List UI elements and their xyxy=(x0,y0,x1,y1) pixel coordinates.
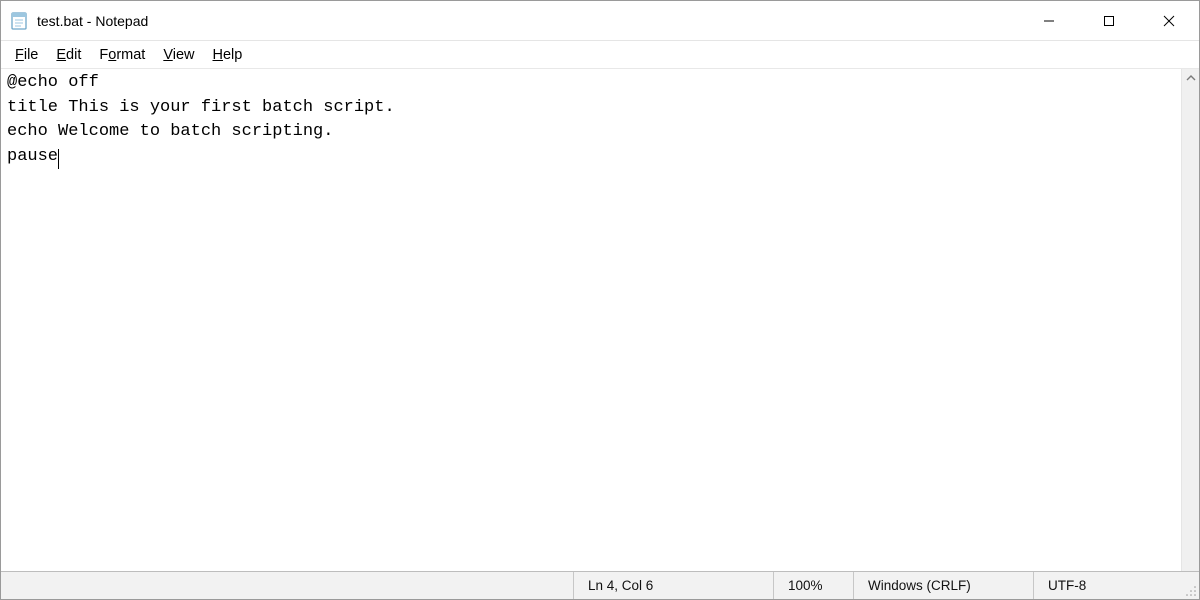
vertical-scrollbar[interactable] xyxy=(1181,69,1199,571)
editor-wrap: @echo off title This is your first batch… xyxy=(1,69,1199,571)
window-title: test.bat - Notepad xyxy=(37,13,148,29)
window-controls xyxy=(1019,1,1199,40)
scroll-up-arrow-icon[interactable] xyxy=(1182,69,1199,87)
status-zoom: 100% xyxy=(773,572,853,599)
notepad-icon xyxy=(9,11,29,31)
status-encoding: UTF-8 xyxy=(1033,572,1183,599)
menu-help[interactable]: Help xyxy=(205,45,251,65)
titlebar: test.bat - Notepad xyxy=(1,1,1199,41)
status-empty xyxy=(1,572,573,599)
menu-view[interactable]: View xyxy=(155,45,202,65)
statusbar: Ln 4, Col 6 100% Windows (CRLF) UTF-8 xyxy=(1,571,1199,599)
menubar: File Edit Format View Help xyxy=(1,41,1199,69)
status-line-ending: Windows (CRLF) xyxy=(853,572,1033,599)
status-cursor: Ln 4, Col 6 xyxy=(573,572,773,599)
menu-edit[interactable]: Edit xyxy=(48,45,89,65)
resize-grip-icon[interactable] xyxy=(1183,572,1199,599)
text-editor[interactable]: @echo off title This is your first batch… xyxy=(1,69,1181,571)
minimize-button[interactable] xyxy=(1019,1,1079,40)
close-button[interactable] xyxy=(1139,1,1199,40)
menu-file[interactable]: File xyxy=(7,45,46,65)
notepad-window: test.bat - Notepad File Edit Format View… xyxy=(0,0,1200,600)
menu-format[interactable]: Format xyxy=(91,45,153,65)
maximize-button[interactable] xyxy=(1079,1,1139,40)
